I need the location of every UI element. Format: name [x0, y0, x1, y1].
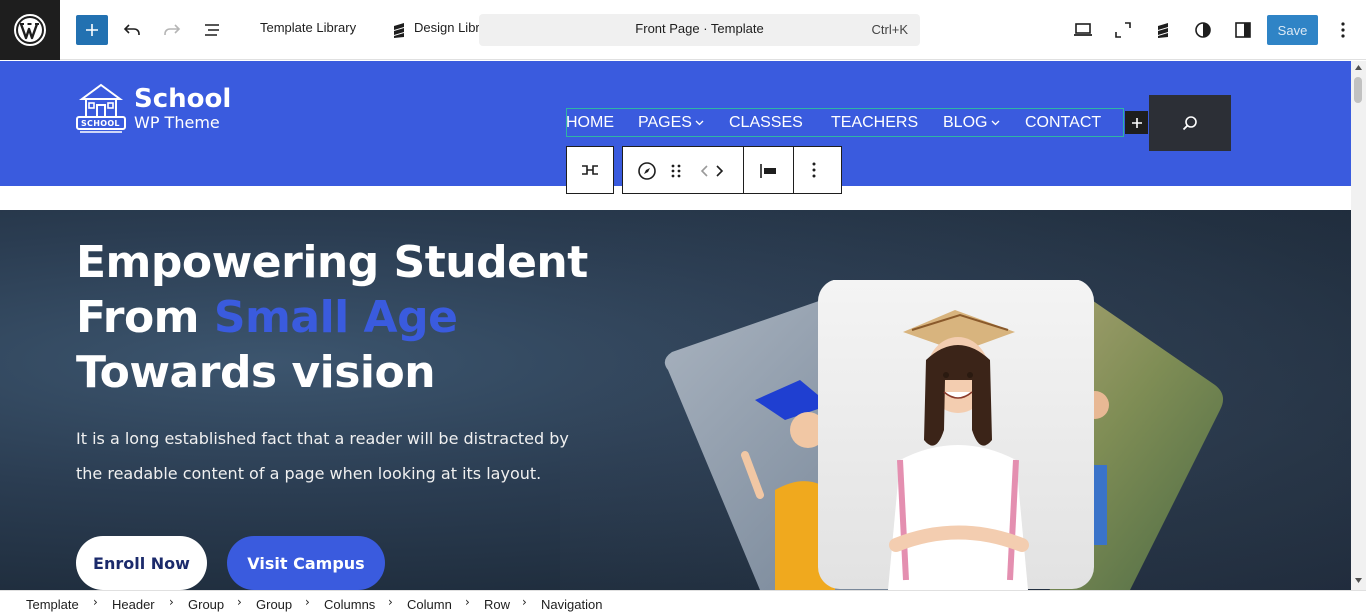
- move-left-icon[interactable]: [699, 163, 711, 179]
- breadcrumb-header[interactable]: Header: [112, 597, 155, 612]
- document-title: Front Page · Template: [635, 21, 764, 36]
- site-tagline: WP Theme: [134, 113, 220, 132]
- breadcrumb-columns[interactable]: Columns: [324, 597, 375, 612]
- move-right-icon[interactable]: [713, 163, 725, 179]
- drag-handle-icon[interactable]: [669, 162, 683, 180]
- chevron-down-icon: [991, 120, 1000, 126]
- breadcrumb-template[interactable]: Template: [26, 597, 79, 612]
- device-preview-button[interactable]: [1071, 18, 1095, 42]
- toolbar-divider: [743, 147, 744, 193]
- block-toolbar: [622, 146, 842, 194]
- search-button[interactable]: [1149, 95, 1231, 151]
- sidebar-icon: [1235, 22, 1251, 38]
- list-view-icon: [205, 24, 219, 36]
- fullscreen-button[interactable]: [1111, 18, 1135, 42]
- hero-heading-line2: From Small Age: [76, 292, 458, 343]
- spectra-icon: [1158, 23, 1168, 38]
- hero-paragraph-line1: It is a long established fact that a rea…: [76, 429, 569, 448]
- breadcrumb-group-inner[interactable]: Group: [256, 597, 292, 612]
- school-logo-icon[interactable]: SCHOOL: [76, 83, 126, 135]
- undo-button[interactable]: [120, 18, 144, 42]
- site-title[interactable]: School: [134, 84, 231, 114]
- hero-heading-accent: Small Age: [213, 292, 458, 343]
- breadcrumb-column[interactable]: Column: [407, 597, 452, 612]
- parent-block-button[interactable]: [566, 146, 614, 194]
- logo-badge-text: SCHOOL: [81, 119, 120, 128]
- nav-item-pages[interactable]: PAGES: [638, 114, 692, 132]
- row-icon: [582, 165, 598, 175]
- enroll-now-button[interactable]: Enroll Now: [76, 536, 207, 590]
- editor-canvas: SCHOOL School WP Theme HOME PAGES CLASSE…: [0, 61, 1351, 590]
- search-icon: [1182, 116, 1197, 131]
- visit-campus-button[interactable]: Visit Campus: [227, 536, 385, 590]
- plus-icon: [1131, 117, 1142, 128]
- chevron-right-icon: ›: [93, 595, 98, 609]
- spectra-button[interactable]: [1151, 18, 1175, 42]
- block-inserter-button[interactable]: [76, 15, 108, 45]
- nav-item-teachers[interactable]: TEACHERS: [831, 114, 918, 132]
- command-shortcut: Ctrl+K: [871, 22, 908, 37]
- scrollbar-thumb[interactable]: [1354, 77, 1362, 103]
- breadcrumb-navigation[interactable]: Navigation: [541, 597, 602, 612]
- scroll-up-icon[interactable]: [1354, 64, 1363, 71]
- editor-toolbar: Template Library Design Library Front Pa…: [0, 0, 1366, 60]
- navigation-block-icon[interactable]: [637, 161, 657, 181]
- save-button[interactable]: Save: [1267, 15, 1318, 45]
- chevron-right-icon: ›: [522, 595, 527, 609]
- justify-left-icon[interactable]: [759, 161, 779, 181]
- expand-icon: [1115, 22, 1131, 38]
- chevron-right-icon: ›: [237, 595, 242, 609]
- scroll-down-icon[interactable]: [1354, 577, 1363, 584]
- template-library-link[interactable]: Template Library: [260, 20, 356, 35]
- breadcrumb-row[interactable]: Row: [484, 597, 510, 612]
- add-nav-item-button[interactable]: [1125, 111, 1148, 134]
- toolbar-divider: [793, 147, 794, 193]
- breadcrumb-group[interactable]: Group: [188, 597, 224, 612]
- nav-item-home[interactable]: HOME: [566, 114, 614, 132]
- chevron-down-icon: [695, 120, 704, 126]
- contrast-icon: [1195, 22, 1211, 38]
- laptop-icon: [1074, 23, 1092, 36]
- chevron-right-icon: ›: [305, 595, 310, 609]
- wordpress-logo-icon[interactable]: [0, 0, 60, 60]
- redo-icon: [164, 24, 181, 35]
- hero-paragraph-line2: the readable content of a page when look…: [76, 464, 542, 483]
- options-button[interactable]: [1331, 18, 1355, 42]
- nav-item-blog[interactable]: BLOG: [943, 114, 987, 132]
- redo-button[interactable]: [160, 18, 184, 42]
- nav-item-contact[interactable]: CONTACT: [1025, 114, 1101, 132]
- undo-icon: [123, 24, 140, 35]
- block-breadcrumb: Template › Header › Group › Group › Colu…: [0, 590, 1366, 615]
- more-options-icon[interactable]: [811, 161, 821, 181]
- design-library-icon: [390, 20, 408, 40]
- more-vertical-icon: [1341, 22, 1345, 38]
- command-palette-button[interactable]: Front Page · Template Ctrl+K: [479, 14, 920, 46]
- chevron-right-icon: ›: [388, 595, 393, 609]
- hero-section: Empowering Student From Small Age Toward…: [0, 210, 1351, 590]
- chevron-right-icon: ›: [465, 595, 470, 609]
- styles-button[interactable]: [1191, 18, 1215, 42]
- chevron-right-icon: ›: [169, 595, 174, 609]
- settings-sidebar-button[interactable]: [1231, 18, 1255, 42]
- hero-photo-collage: [664, 280, 1224, 590]
- hero-heading-line1: Empowering Student: [76, 237, 588, 288]
- canvas-scrollbar[interactable]: [1351, 61, 1366, 590]
- document-overview-button[interactable]: [200, 18, 224, 42]
- nav-item-classes[interactable]: CLASSES: [729, 114, 803, 132]
- hero-heading-line3: Towards vision: [76, 347, 436, 398]
- plus-icon: [86, 24, 98, 36]
